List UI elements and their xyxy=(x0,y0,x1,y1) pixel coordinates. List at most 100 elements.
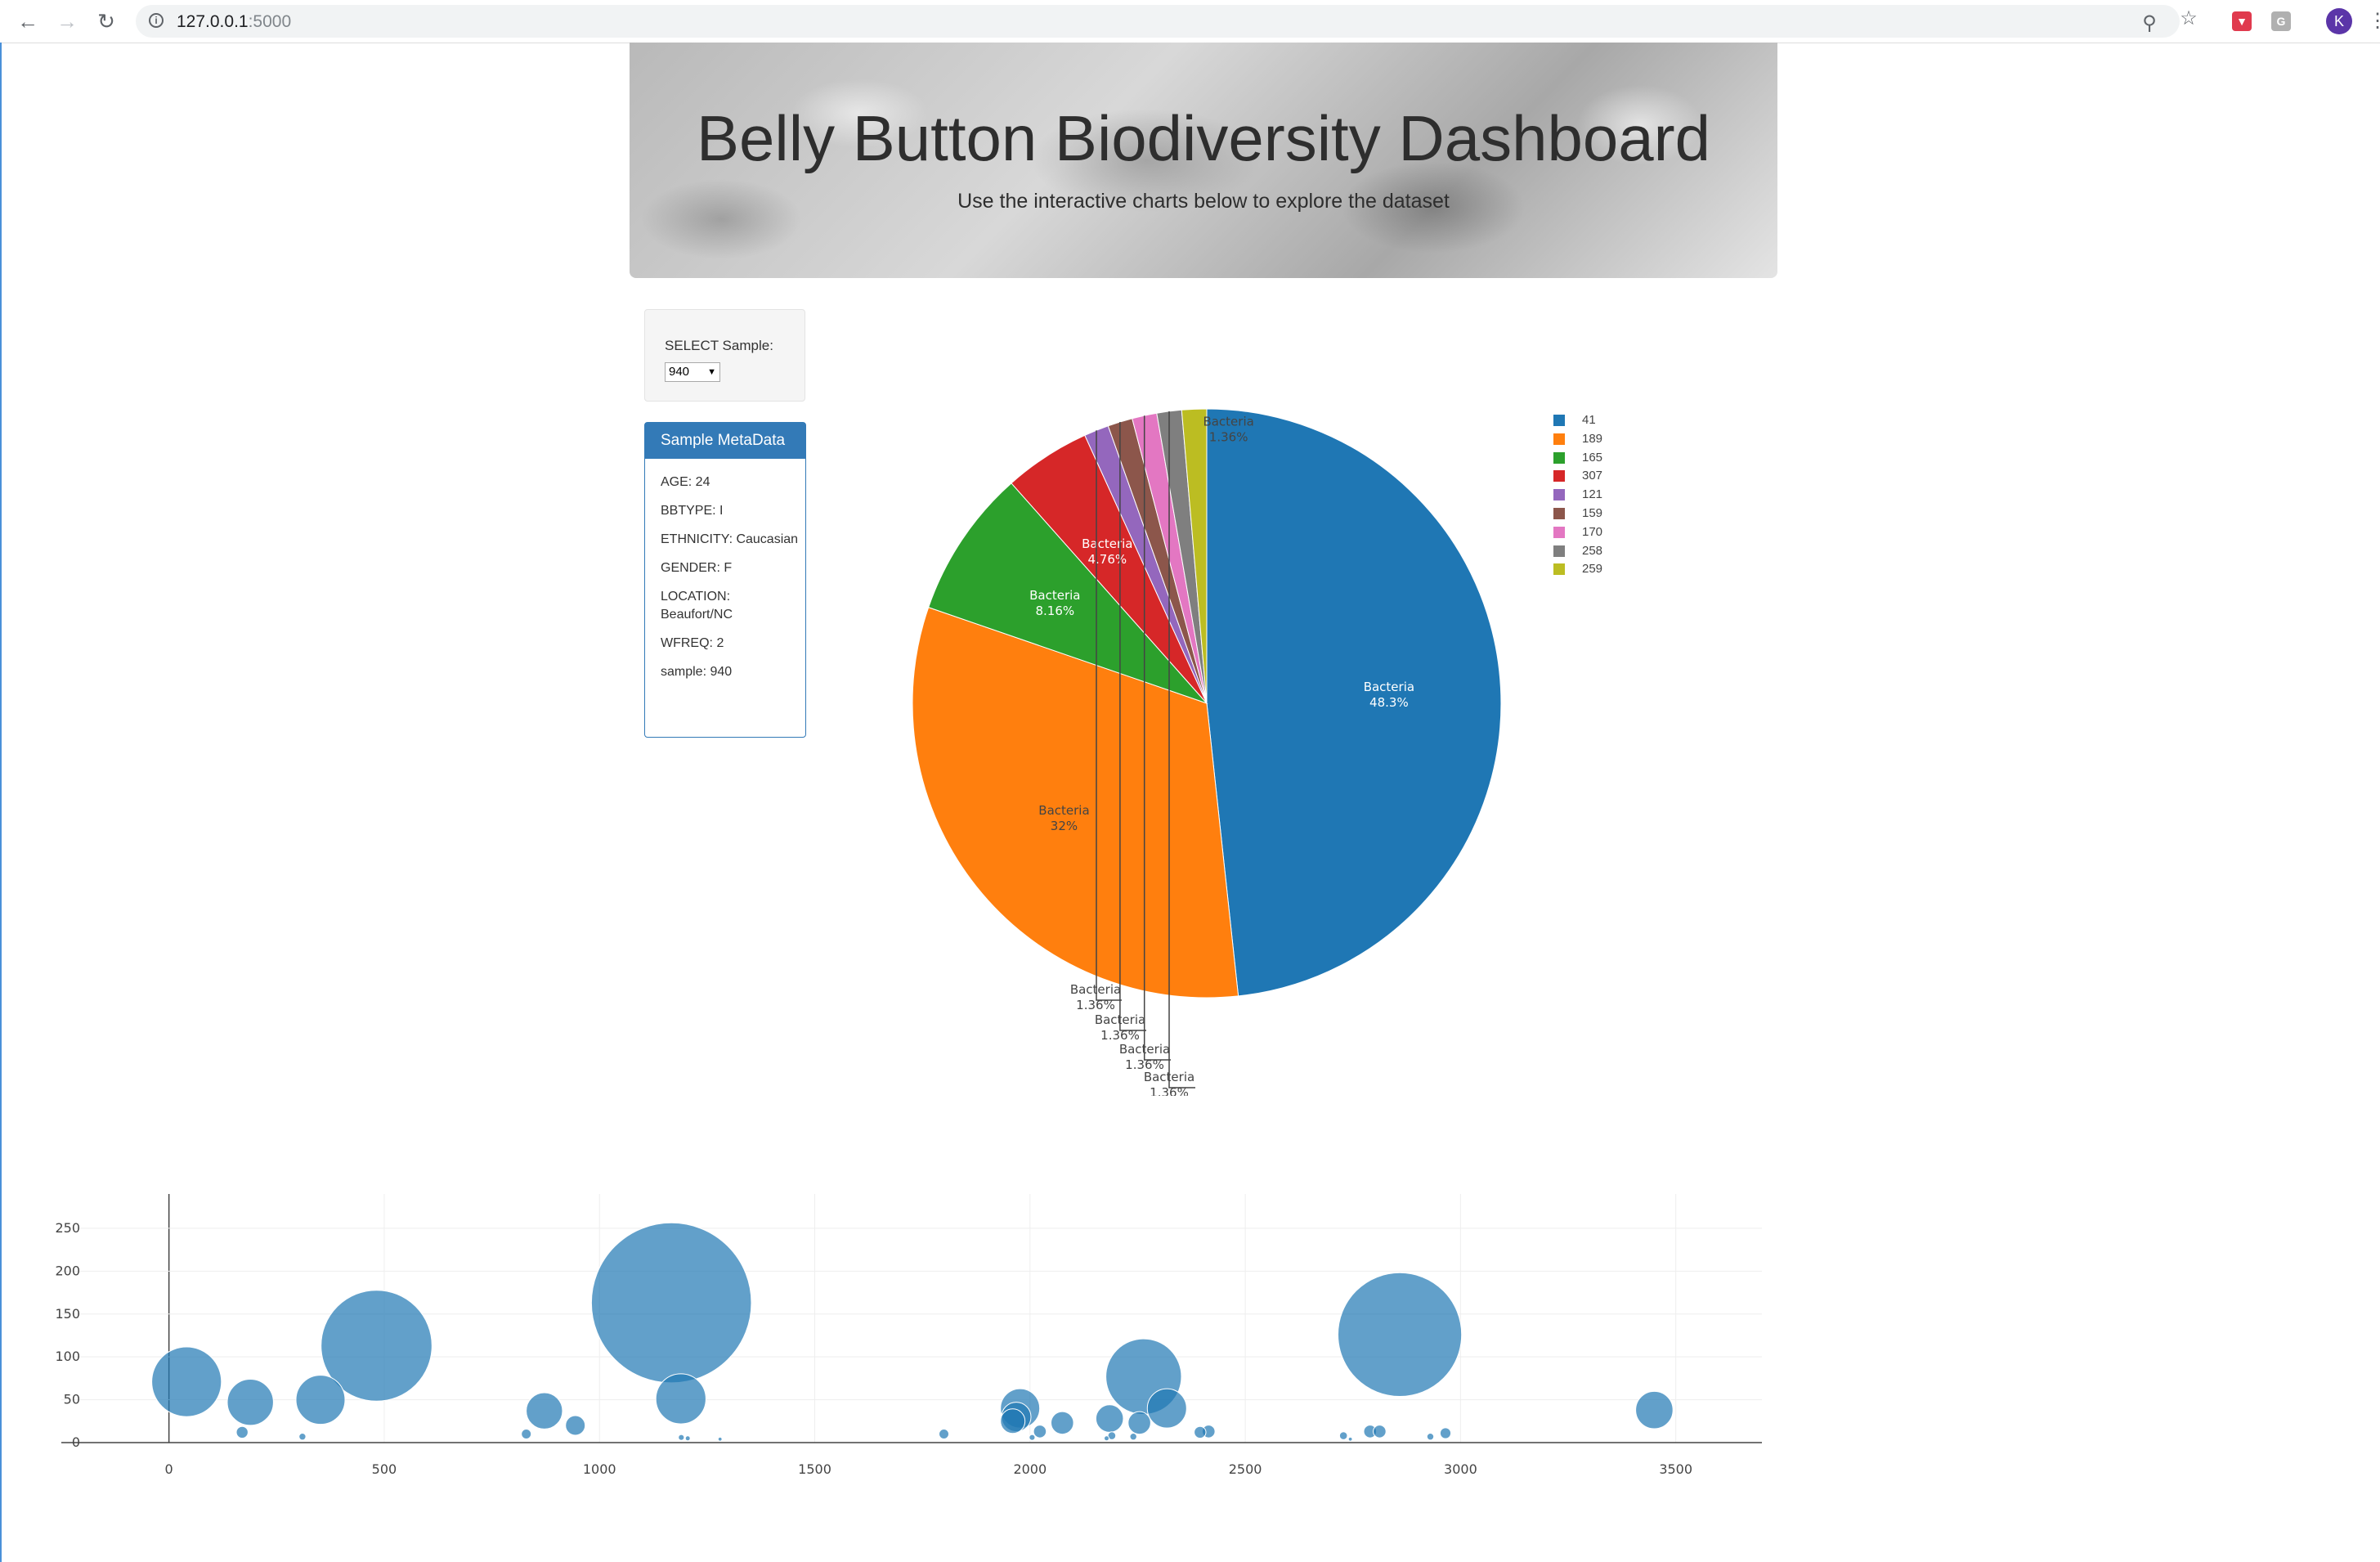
legend-label: 121 xyxy=(1582,487,1603,502)
pie-slice-percent: 8.16% xyxy=(1035,604,1074,618)
pie-slice-label: Bacteria xyxy=(1082,536,1132,551)
dropdown-arrow-icon: ▼ xyxy=(707,367,716,377)
metadata-item: sample: 940 xyxy=(661,665,733,679)
bubble-point[interactable] xyxy=(1373,1425,1387,1439)
bubble-point[interactable] xyxy=(526,1392,563,1430)
bubble-point[interactable] xyxy=(295,1375,346,1425)
bubble-point[interactable] xyxy=(655,1373,706,1425)
pocket-extension-icon[interactable]: ▼ xyxy=(2232,11,2252,31)
y-tick-label: 100 xyxy=(55,1349,80,1364)
pie-slice-percent: 48.3% xyxy=(1369,695,1409,710)
legend-swatch xyxy=(1553,451,1565,464)
legend-label: 165 xyxy=(1582,450,1603,465)
metadata-item: GENDER: F xyxy=(661,561,733,575)
bubble-point[interactable] xyxy=(1439,1427,1452,1439)
browser-toolbar: ← → ↻ i 127.0.0.1:5000 ⚲ ☆ ▼ G K ⋮ xyxy=(0,0,2380,43)
y-tick-label: 0 xyxy=(72,1434,80,1450)
bubble-point[interactable] xyxy=(717,1436,723,1442)
grammar-extension-icon[interactable]: G xyxy=(2271,11,2291,31)
bubble-point[interactable] xyxy=(678,1434,685,1441)
pie-chart[interactable]: Bacteria48.3%Bacteria32%Bacteria8.16%Bac… xyxy=(883,393,1537,1096)
zoom-icon[interactable]: ⚲ xyxy=(2137,11,2162,36)
metadata-panel: Sample MetaData AGE: 24 BBTYPE: I ETHNIC… xyxy=(644,422,806,738)
pie-slice-label: Bacteria xyxy=(1364,680,1414,694)
bubble-chart[interactable]: 0 500 1000 1500 2000 2500 3000 3500 0 50 100 150 200… xyxy=(0,1178,1799,1505)
bubble-point[interactable] xyxy=(1347,1436,1353,1442)
metadata-item: BBTYPE: I xyxy=(661,504,724,518)
bubble-point[interactable] xyxy=(226,1379,274,1426)
bubble-point[interactable] xyxy=(521,1429,532,1439)
x-tick-label: 1000 xyxy=(583,1461,616,1477)
legend-label: 41 xyxy=(1582,413,1596,427)
bubble-point[interactable] xyxy=(151,1346,222,1417)
metadata-item: ETHNICITY: Caucasian xyxy=(661,532,799,546)
sample-select-dropdown[interactable]: 940 ▼ xyxy=(665,362,720,382)
metadata-item: WFREQ: 2 xyxy=(661,636,724,650)
page-title: Belly Button Biodiversity Dashboard xyxy=(697,102,1710,174)
legend-swatch xyxy=(1553,545,1565,557)
x-tick-label: 3500 xyxy=(1659,1461,1692,1477)
pie-outside-percent: 1.36% xyxy=(1150,1085,1189,1096)
y-tick-label: 50 xyxy=(64,1392,80,1407)
x-tick-label: 0 xyxy=(165,1461,173,1477)
y-tick-label: 200 xyxy=(55,1263,80,1278)
bubble-point[interactable] xyxy=(1426,1433,1435,1441)
bubble-point[interactable] xyxy=(1095,1404,1124,1433)
metadata-item: AGE: 24 xyxy=(661,475,710,489)
pie-slice-percent: 4.76% xyxy=(1087,552,1127,567)
bubble-point[interactable] xyxy=(1338,1272,1463,1397)
forward-icon[interactable]: → xyxy=(54,8,80,34)
page-subtitle: Use the interactive charts below to expl… xyxy=(957,190,1450,213)
legend-swatch xyxy=(1553,433,1565,445)
bookmark-star-icon[interactable]: ☆ xyxy=(2176,7,2201,31)
browser-menu-icon[interactable]: ⋮ xyxy=(2368,10,2380,33)
pie-slice-41[interactable] xyxy=(1206,408,1502,997)
site-info-icon[interactable]: i xyxy=(149,13,164,28)
bubble-point[interactable] xyxy=(565,1415,586,1436)
bubble-point[interactable] xyxy=(1051,1411,1074,1435)
address-bar[interactable]: i 127.0.0.1:5000 ⚲ xyxy=(136,5,2180,38)
legend-swatch xyxy=(1553,526,1565,538)
x-tick-label: 500 xyxy=(372,1461,397,1477)
back-icon[interactable]: ← xyxy=(15,8,41,34)
bubble-point[interactable] xyxy=(1146,1388,1187,1429)
pie-outside-label: Bacteria xyxy=(1095,1012,1145,1027)
sample-select-label: SELECT Sample: xyxy=(665,338,773,353)
pie-outside-percent: 1.36% xyxy=(1100,1028,1140,1043)
sample-select-value: 940 xyxy=(669,365,690,379)
pie-outside-percent: 1.36% xyxy=(1076,998,1115,1012)
bubble-point[interactable] xyxy=(1129,1433,1137,1441)
metadata-item: LOCATION: Beaufort/NC xyxy=(661,590,733,622)
bubble-point[interactable] xyxy=(939,1429,949,1439)
bubble-point[interactable] xyxy=(590,1222,752,1384)
sample-selector-panel: SELECT Sample: 940 ▼ xyxy=(644,309,805,402)
pie-outside-label: Bacteria xyxy=(1070,982,1121,997)
bubble-point[interactable] xyxy=(1127,1411,1151,1435)
bubble-point[interactable] xyxy=(235,1425,249,1439)
legend-swatch xyxy=(1553,415,1565,426)
bubble-point[interactable] xyxy=(1033,1425,1047,1439)
bubble-point[interactable] xyxy=(684,1435,691,1442)
bubble-point[interactable] xyxy=(298,1433,307,1441)
bubble-point[interactable] xyxy=(1104,1435,1109,1442)
metadata-list: AGE: 24 BBTYPE: I ETHNICITY: Caucasian G… xyxy=(661,474,800,692)
bubble-point[interactable] xyxy=(1029,1434,1036,1441)
legend-label: 170 xyxy=(1582,524,1603,539)
pie-outside-label: Bacteria xyxy=(1144,1070,1194,1084)
bubble-point[interactable] xyxy=(1635,1390,1674,1430)
y-tick-label: 250 xyxy=(55,1220,80,1236)
reload-icon[interactable]: ↻ xyxy=(93,8,119,34)
legend-label: 258 xyxy=(1582,543,1603,558)
bubble-point[interactable] xyxy=(1194,1425,1207,1439)
x-tick-label: 2500 xyxy=(1229,1461,1262,1477)
header-banner: Belly Button Biodiversity Dashboard Use … xyxy=(630,43,1777,278)
x-tick-label: 1500 xyxy=(798,1461,831,1477)
bubble-point[interactable] xyxy=(1000,1408,1026,1434)
pie-outside-percent: 1.36% xyxy=(1209,429,1248,444)
bubble-point[interactable] xyxy=(1338,1431,1348,1440)
x-tick-label: 3000 xyxy=(1444,1461,1477,1477)
url-text[interactable]: 127.0.0.1:5000 xyxy=(177,12,291,32)
pie-outside-label: Bacteria xyxy=(1119,1042,1170,1057)
legend-swatch xyxy=(1553,563,1565,576)
profile-avatar[interactable]: K xyxy=(2326,8,2352,34)
